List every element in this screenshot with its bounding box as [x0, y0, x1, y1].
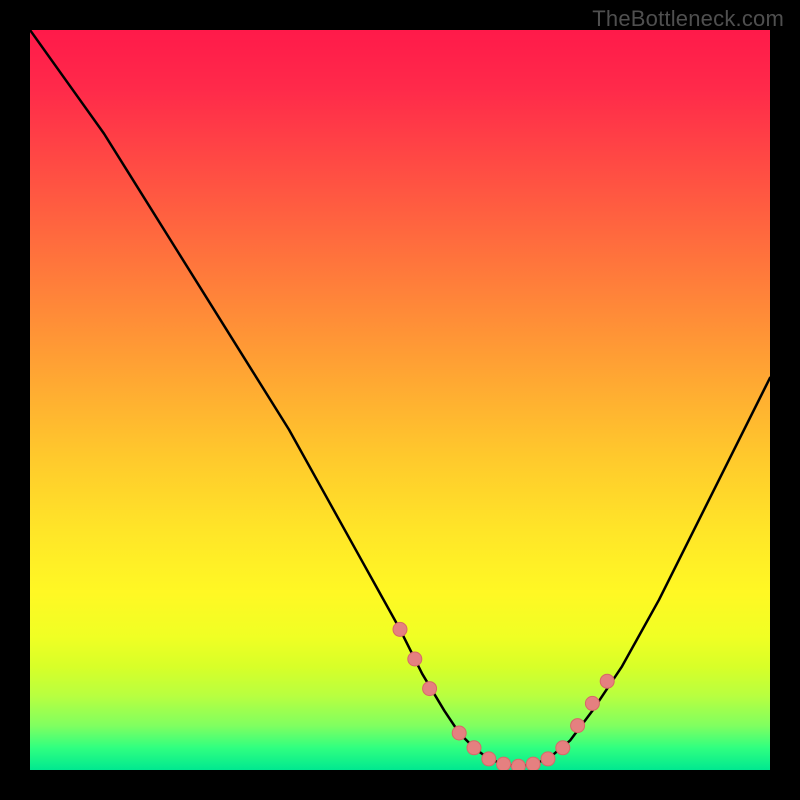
data-dot [393, 622, 407, 636]
watermark-text: TheBottleneck.com [592, 6, 784, 32]
data-dot [541, 752, 555, 766]
bottleneck-curve [30, 30, 770, 766]
data-dot [526, 757, 540, 770]
data-dot [482, 752, 496, 766]
data-dot [467, 741, 481, 755]
data-dot [600, 674, 614, 688]
data-dot [511, 759, 525, 770]
plot-area [30, 30, 770, 770]
data-dot [571, 719, 585, 733]
chart-container: TheBottleneck.com [0, 0, 800, 800]
data-dots [393, 622, 614, 770]
curve-layer [30, 30, 770, 770]
data-dot [408, 652, 422, 666]
data-dot [423, 682, 437, 696]
data-dot [497, 757, 511, 770]
data-dot [452, 726, 466, 740]
data-dot [556, 741, 570, 755]
data-dot [585, 696, 599, 710]
